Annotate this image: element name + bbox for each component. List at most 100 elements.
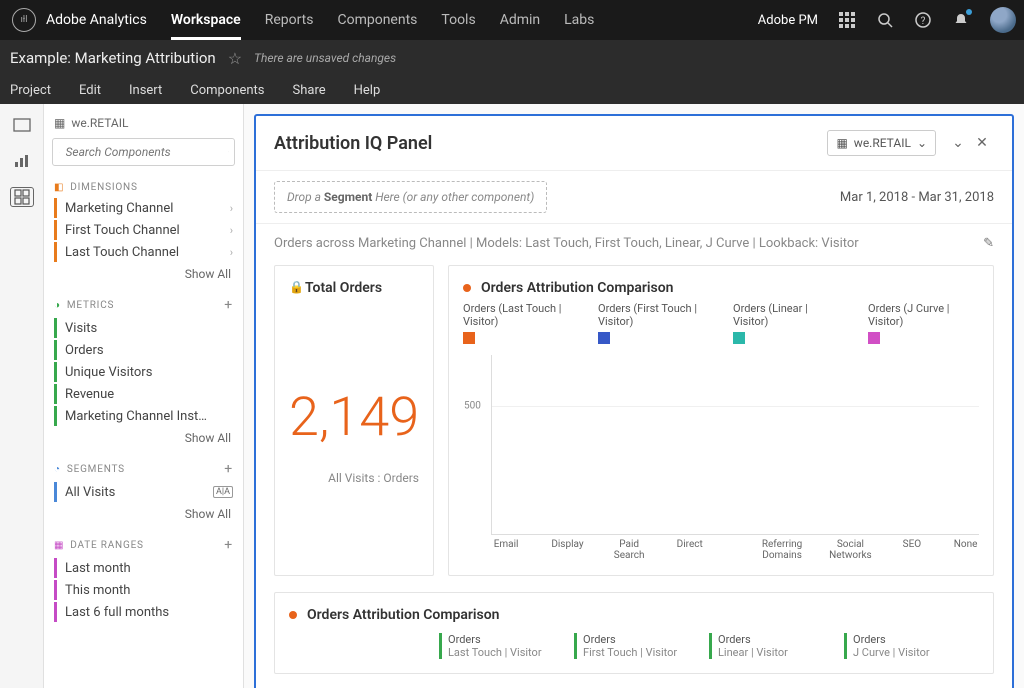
database-icon: ▦ — [836, 136, 847, 150]
org-name[interactable]: Adobe PM — [758, 13, 818, 28]
legend-item[interactable]: Orders (Last Touch | Visitor) — [463, 302, 574, 347]
project-title[interactable]: Example: Marketing Attribution — [10, 49, 216, 67]
x-axis-label: Referring Domains — [762, 539, 802, 561]
component-item[interactable]: All VisitsA|A — [44, 481, 243, 503]
rail-visualization-icon[interactable] — [11, 152, 33, 170]
component-item[interactable]: This month — [44, 579, 243, 601]
total-orders-card[interactable]: 🔒 Total Orders 2,149 All Visits : Orders — [274, 265, 434, 576]
component-item[interactable]: Marketing Channel Inst… — [44, 405, 243, 427]
legend-item[interactable]: Orders (First Touch | Visitor) — [598, 302, 709, 347]
x-axis-label: SEO — [899, 539, 926, 561]
panel-report-suite-select[interactable]: ▦ we.RETAIL ⌄ — [827, 130, 936, 156]
chart-dot-icon — [463, 284, 471, 292]
add-segment-icon[interactable]: + — [224, 461, 233, 477]
table-title: Orders Attribution Comparison — [307, 607, 500, 623]
table-column-header[interactable]: OrdersLinear | Visitor — [709, 633, 844, 659]
table-header-row: OrdersLast Touch | VisitorOrdersFirst To… — [289, 633, 979, 659]
chart-title: Orders Attribution Comparison — [481, 280, 674, 296]
project-menu: Project Edit Insert Components Share Hel… — [10, 76, 1014, 104]
search-icon — [59, 146, 60, 159]
legend-item[interactable]: Orders (J Curve | Visitor) — [868, 302, 979, 347]
edit-pencil-icon[interactable]: ✎ — [983, 236, 994, 251]
component-item[interactable]: Last Touch Channel› — [44, 241, 243, 263]
segment-dropzone[interactable]: Drop a Segment Here (or any other compon… — [274, 181, 547, 213]
component-item[interactable]: Visits — [44, 317, 243, 339]
report-suite-label: we.RETAIL — [71, 116, 128, 130]
apps-switcher-icon[interactable] — [838, 11, 856, 29]
nav-workspace[interactable]: Workspace — [171, 12, 241, 40]
nav-labs[interactable]: Labs — [564, 12, 594, 28]
bar-chart: 500 — [491, 355, 979, 535]
database-icon: ▦ — [54, 116, 65, 130]
search-input[interactable] — [66, 145, 222, 159]
x-axis-label: Paid Search — [614, 539, 645, 561]
global-header: ıłl Adobe Analytics Workspace Reports Co… — [0, 0, 1024, 40]
menu-insert[interactable]: Insert — [129, 83, 162, 98]
x-axis-label: None — [952, 539, 979, 561]
menu-project[interactable]: Project — [10, 83, 51, 98]
metrics-show-all[interactable]: Show All — [44, 427, 243, 449]
panel-collapse-icon[interactable]: ⌄ — [946, 135, 970, 151]
x-axis-label: Social Networks — [829, 539, 872, 561]
table-column-header[interactable]: OrdersLast Touch | Visitor — [439, 633, 574, 659]
menu-components[interactable]: Components — [190, 83, 264, 98]
table-dot-icon — [289, 611, 297, 619]
nav-components[interactable]: Components — [337, 12, 417, 28]
nav-reports[interactable]: Reports — [265, 12, 314, 28]
component-item[interactable]: Orders — [44, 339, 243, 361]
total-orders-title: Total Orders — [305, 280, 382, 296]
x-axis-label: Direct — [675, 539, 705, 561]
dimensions-header: ◧ DIMENSIONS — [44, 178, 243, 197]
user-avatar[interactable] — [990, 7, 1016, 33]
project-header: Example: Marketing Attribution ☆ There a… — [0, 40, 1024, 104]
component-item[interactable]: Last 6 full months — [44, 601, 243, 623]
legend-item[interactable]: Orders (Linear | Visitor) — [733, 302, 844, 347]
add-metric-icon[interactable]: + — [224, 297, 233, 313]
search-icon[interactable] — [876, 11, 894, 29]
menu-edit[interactable]: Edit — [79, 83, 101, 98]
rail-components-icon[interactable] — [11, 188, 33, 206]
attribution-panel: Attribution IQ Panel ▦ we.RETAIL ⌄ ⌄ ✕ D… — [254, 114, 1014, 688]
panel-daterange[interactable]: Mar 1, 2018 - Mar 31, 2018 — [840, 190, 994, 205]
component-item[interactable]: Revenue — [44, 383, 243, 405]
rail-panel-icon[interactable] — [11, 116, 33, 134]
menu-help[interactable]: Help — [354, 83, 381, 98]
metrics-header: ◑ METRICS + — [44, 293, 243, 317]
metrics-icon: ◑ — [54, 300, 61, 311]
segments-show-all[interactable]: Show All — [44, 503, 243, 525]
product-name: Adobe Analytics — [46, 12, 147, 28]
menu-share[interactable]: Share — [293, 83, 326, 98]
report-suite-selector[interactable]: ▦ we.RETAIL — [44, 112, 243, 138]
component-item[interactable]: Unique Visitors — [44, 361, 243, 383]
segments-header: ◔ SEGMENTS + — [44, 457, 243, 481]
component-item[interactable]: First Touch Channel› — [44, 219, 243, 241]
total-orders-footer: All Visits : Orders — [289, 471, 419, 485]
panel-title[interactable]: Attribution IQ Panel — [274, 133, 432, 154]
help-icon[interactable]: ? — [914, 11, 932, 29]
left-rail — [0, 104, 44, 688]
component-search[interactable] — [52, 138, 235, 166]
adobe-analytics-logo-icon: ıłl — [12, 8, 36, 32]
add-daterange-icon[interactable]: + — [224, 537, 233, 553]
svg-text:?: ? — [921, 16, 926, 27]
panel-close-icon[interactable]: ✕ — [970, 135, 994, 151]
nav-admin[interactable]: Admin — [500, 12, 540, 28]
chevron-down-icon: ⌄ — [917, 136, 927, 150]
attribution-table-card[interactable]: Orders Attribution Comparison OrdersLast… — [274, 592, 994, 674]
segments-icon: ◔ — [54, 464, 61, 475]
x-axis-label: Display — [551, 539, 583, 561]
nav-tools[interactable]: Tools — [441, 12, 475, 28]
component-item[interactable]: Last month — [44, 557, 243, 579]
dimensions-show-all[interactable]: Show All — [44, 263, 243, 285]
table-column-header[interactable]: OrdersJ Curve | Visitor — [844, 633, 979, 659]
dimensions-icon: ◧ — [54, 182, 64, 193]
attribution-chart-card[interactable]: Orders Attribution Comparison Orders (La… — [448, 265, 994, 576]
notifications-bell-icon[interactable] — [952, 11, 970, 29]
chart-x-labels: EmailDisplayPaid SearchDirectReferring D… — [491, 539, 979, 561]
favorite-star-icon[interactable]: ☆ — [228, 49, 242, 68]
dateranges-header: ▦ DATE RANGES + — [44, 533, 243, 557]
component-item[interactable]: Marketing Channel› — [44, 197, 243, 219]
total-orders-value: 2,149 — [289, 386, 419, 449]
table-column-header[interactable]: OrdersFirst Touch | Visitor — [574, 633, 709, 659]
workspace-canvas: Attribution IQ Panel ▦ we.RETAIL ⌄ ⌄ ✕ D… — [244, 104, 1024, 688]
